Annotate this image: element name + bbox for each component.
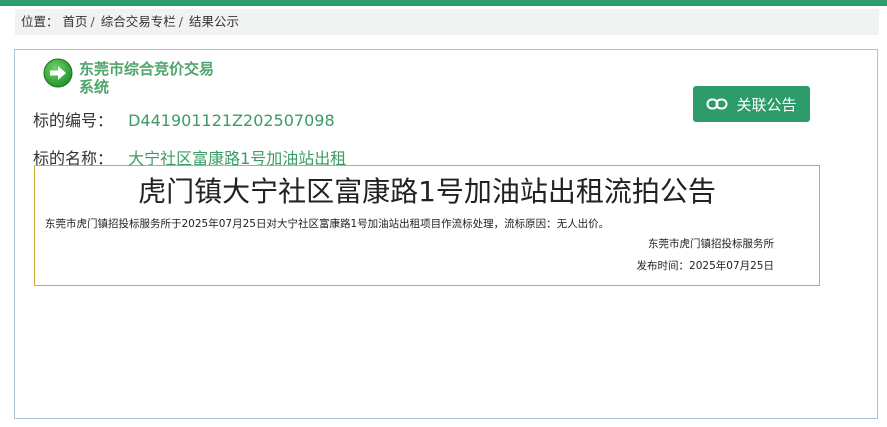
breadcrumb-separator: /: [90, 14, 95, 29]
related-notice-button[interactable]: 关联公告: [693, 86, 810, 122]
breadcrumb-item-trading[interactable]: 综合交易专栏: [101, 9, 176, 35]
breadcrumb-prefix: 位置：: [21, 14, 59, 29]
notice-box: 虎门镇大宁社区富康路1号加油站出租流拍公告 东莞市虎门镇招投标服务所于2025年…: [34, 165, 820, 286]
top-accent-bar: [0, 0, 887, 6]
notice-issuer: 东莞市虎门镇招投标服务所: [648, 238, 774, 250]
item-code-value: D441901121Z202507098: [128, 111, 335, 130]
breadcrumb-item-home[interactable]: 首页: [63, 9, 88, 35]
notice-title: 虎门镇大宁社区富康路1号加油站出租流拍公告: [138, 175, 716, 208]
related-notice-label: 关联公告: [736, 95, 797, 114]
system-name: 东莞市综合竞价交易系统: [79, 60, 215, 96]
breadcrumb-separator: /: [178, 14, 183, 29]
breadcrumb-item-results[interactable]: 结果公示: [189, 9, 239, 35]
notice-body: 东莞市虎门镇招投标服务所于2025年07月25日对大宁社区富康路1号加油站出租项…: [45, 218, 610, 230]
item-code-label: 标的编号：: [33, 111, 114, 130]
link-icon: [706, 98, 728, 110]
item-code-row: 标的编号： D441901121Z202507098: [33, 107, 335, 131]
breadcrumb: 位置： 首页 / 综合交易专栏 / 结果公示: [15, 9, 879, 35]
notice-publish-date: 发布时间：2025年07月25日: [636, 260, 774, 272]
arrow-right-circle-icon: [43, 58, 73, 88]
content-panel: 东莞市综合竞价交易系统 关联公告 标的编号： D441901121Z202507…: [14, 49, 878, 419]
